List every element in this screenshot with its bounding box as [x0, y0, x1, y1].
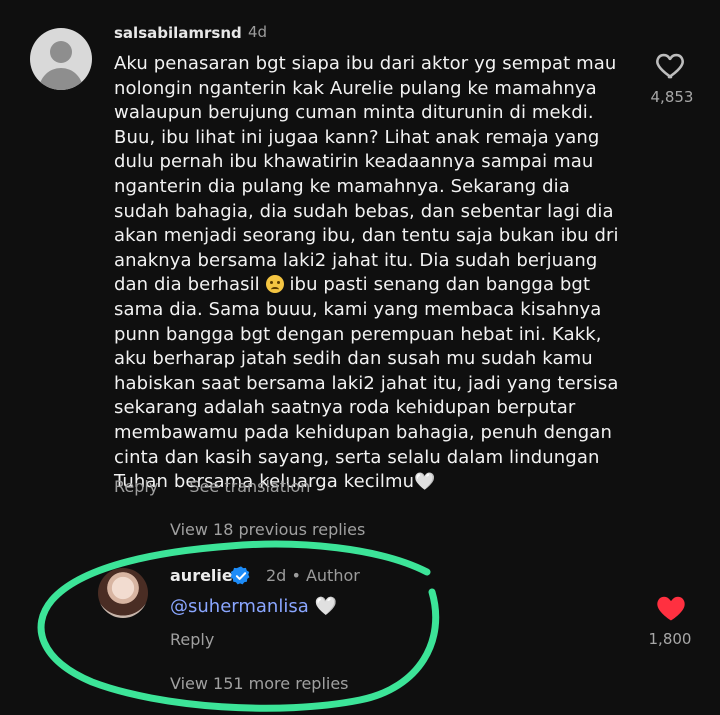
meta-separator: • — [291, 566, 301, 585]
comment-line: sekarang adalah saatnya roda kehidupan b… — [114, 397, 576, 419]
comment-username[interactable]: salsabilamrsnd — [114, 24, 242, 42]
verified-badge-icon — [230, 566, 250, 585]
comment-line: Aku penasaran bgt siapa ibu dari aktor y… — [114, 53, 617, 74]
comment-line: anaknya bersama laki2 jahat itu. Dia sud… — [114, 249, 598, 271]
comment-line: aku berharap jatah sedih dan susah mu su… — [114, 348, 593, 370]
comment-line: nganterin dia pulang ke mamahnya. Sekara… — [114, 175, 570, 197]
comment-line: sudah bahagia, dia sudah bebas, dan sebe… — [114, 200, 614, 222]
reply-username[interactable]: aurelie — [170, 566, 233, 585]
comment-line: punn bangga bgt dengan perempuan hebat i… — [114, 323, 602, 345]
reply-meta: 2d • Author — [266, 566, 360, 585]
comment-line: Buu, ibu lihat ini jugaa kann? Lihat ana… — [114, 126, 600, 148]
reply-avatar[interactable] — [98, 568, 148, 618]
comment-line: cinta dan kasih sayang, serta selalu dal… — [114, 446, 600, 468]
comment-line: sama dia. Sama buuu, kami yang membaca k… — [114, 298, 602, 320]
reply-button[interactable]: Reply — [114, 477, 158, 496]
comment-line: walaupun berujung cuman minta diturunin … — [114, 102, 594, 124]
white-heart-emoji: 🤍 — [314, 596, 337, 617]
view-more-replies-link[interactable]: View 151 more replies — [170, 674, 349, 693]
pleading-face-emoji — [265, 275, 284, 294]
comment-line: membawamu pada kehidupan bahagia, penuh … — [114, 421, 612, 443]
comment-actions: Reply See translation — [114, 477, 336, 496]
comment-line: akan menjadi seorang ibu, dan tentu saja… — [114, 225, 619, 247]
reply-like-count: 1,800 — [648, 630, 692, 648]
comment-line: dan dia berhasil ibu pasti senang dan ba… — [114, 274, 591, 296]
reply-button[interactable]: Reply — [170, 630, 214, 649]
user-avatar-placeholder[interactable] — [30, 28, 92, 90]
heart-filled-icon[interactable] — [656, 594, 686, 622]
comment-line: nolongin nganterin kak Aurelie pulang ke… — [114, 77, 597, 99]
comment-line: habiskan saat bersama laki2 jahat itu, j… — [114, 372, 619, 394]
white-heart-emoji: 🤍 — [414, 472, 436, 493]
see-translation-button[interactable]: See translation — [189, 477, 310, 496]
reply-time: 2d — [266, 566, 287, 585]
reply-body: @suhermanlisa 🤍 — [170, 596, 337, 617]
comment-line: dulu pernah ibu khawatirin keadaannya sa… — [114, 151, 594, 173]
user-placeholder-icon — [50, 41, 72, 63]
view-previous-replies-link[interactable]: View 18 previous replies — [170, 520, 365, 539]
comment-time: 4d — [248, 23, 268, 41]
comment-like-count: 4,853 — [650, 88, 694, 106]
author-badge: Author — [305, 566, 360, 585]
mention-link[interactable]: @suhermanlisa — [170, 596, 309, 617]
heart-outline-icon[interactable] — [654, 48, 688, 82]
comment-body: Aku penasaran bgt siapa ibu dari aktor y… — [114, 52, 634, 495]
